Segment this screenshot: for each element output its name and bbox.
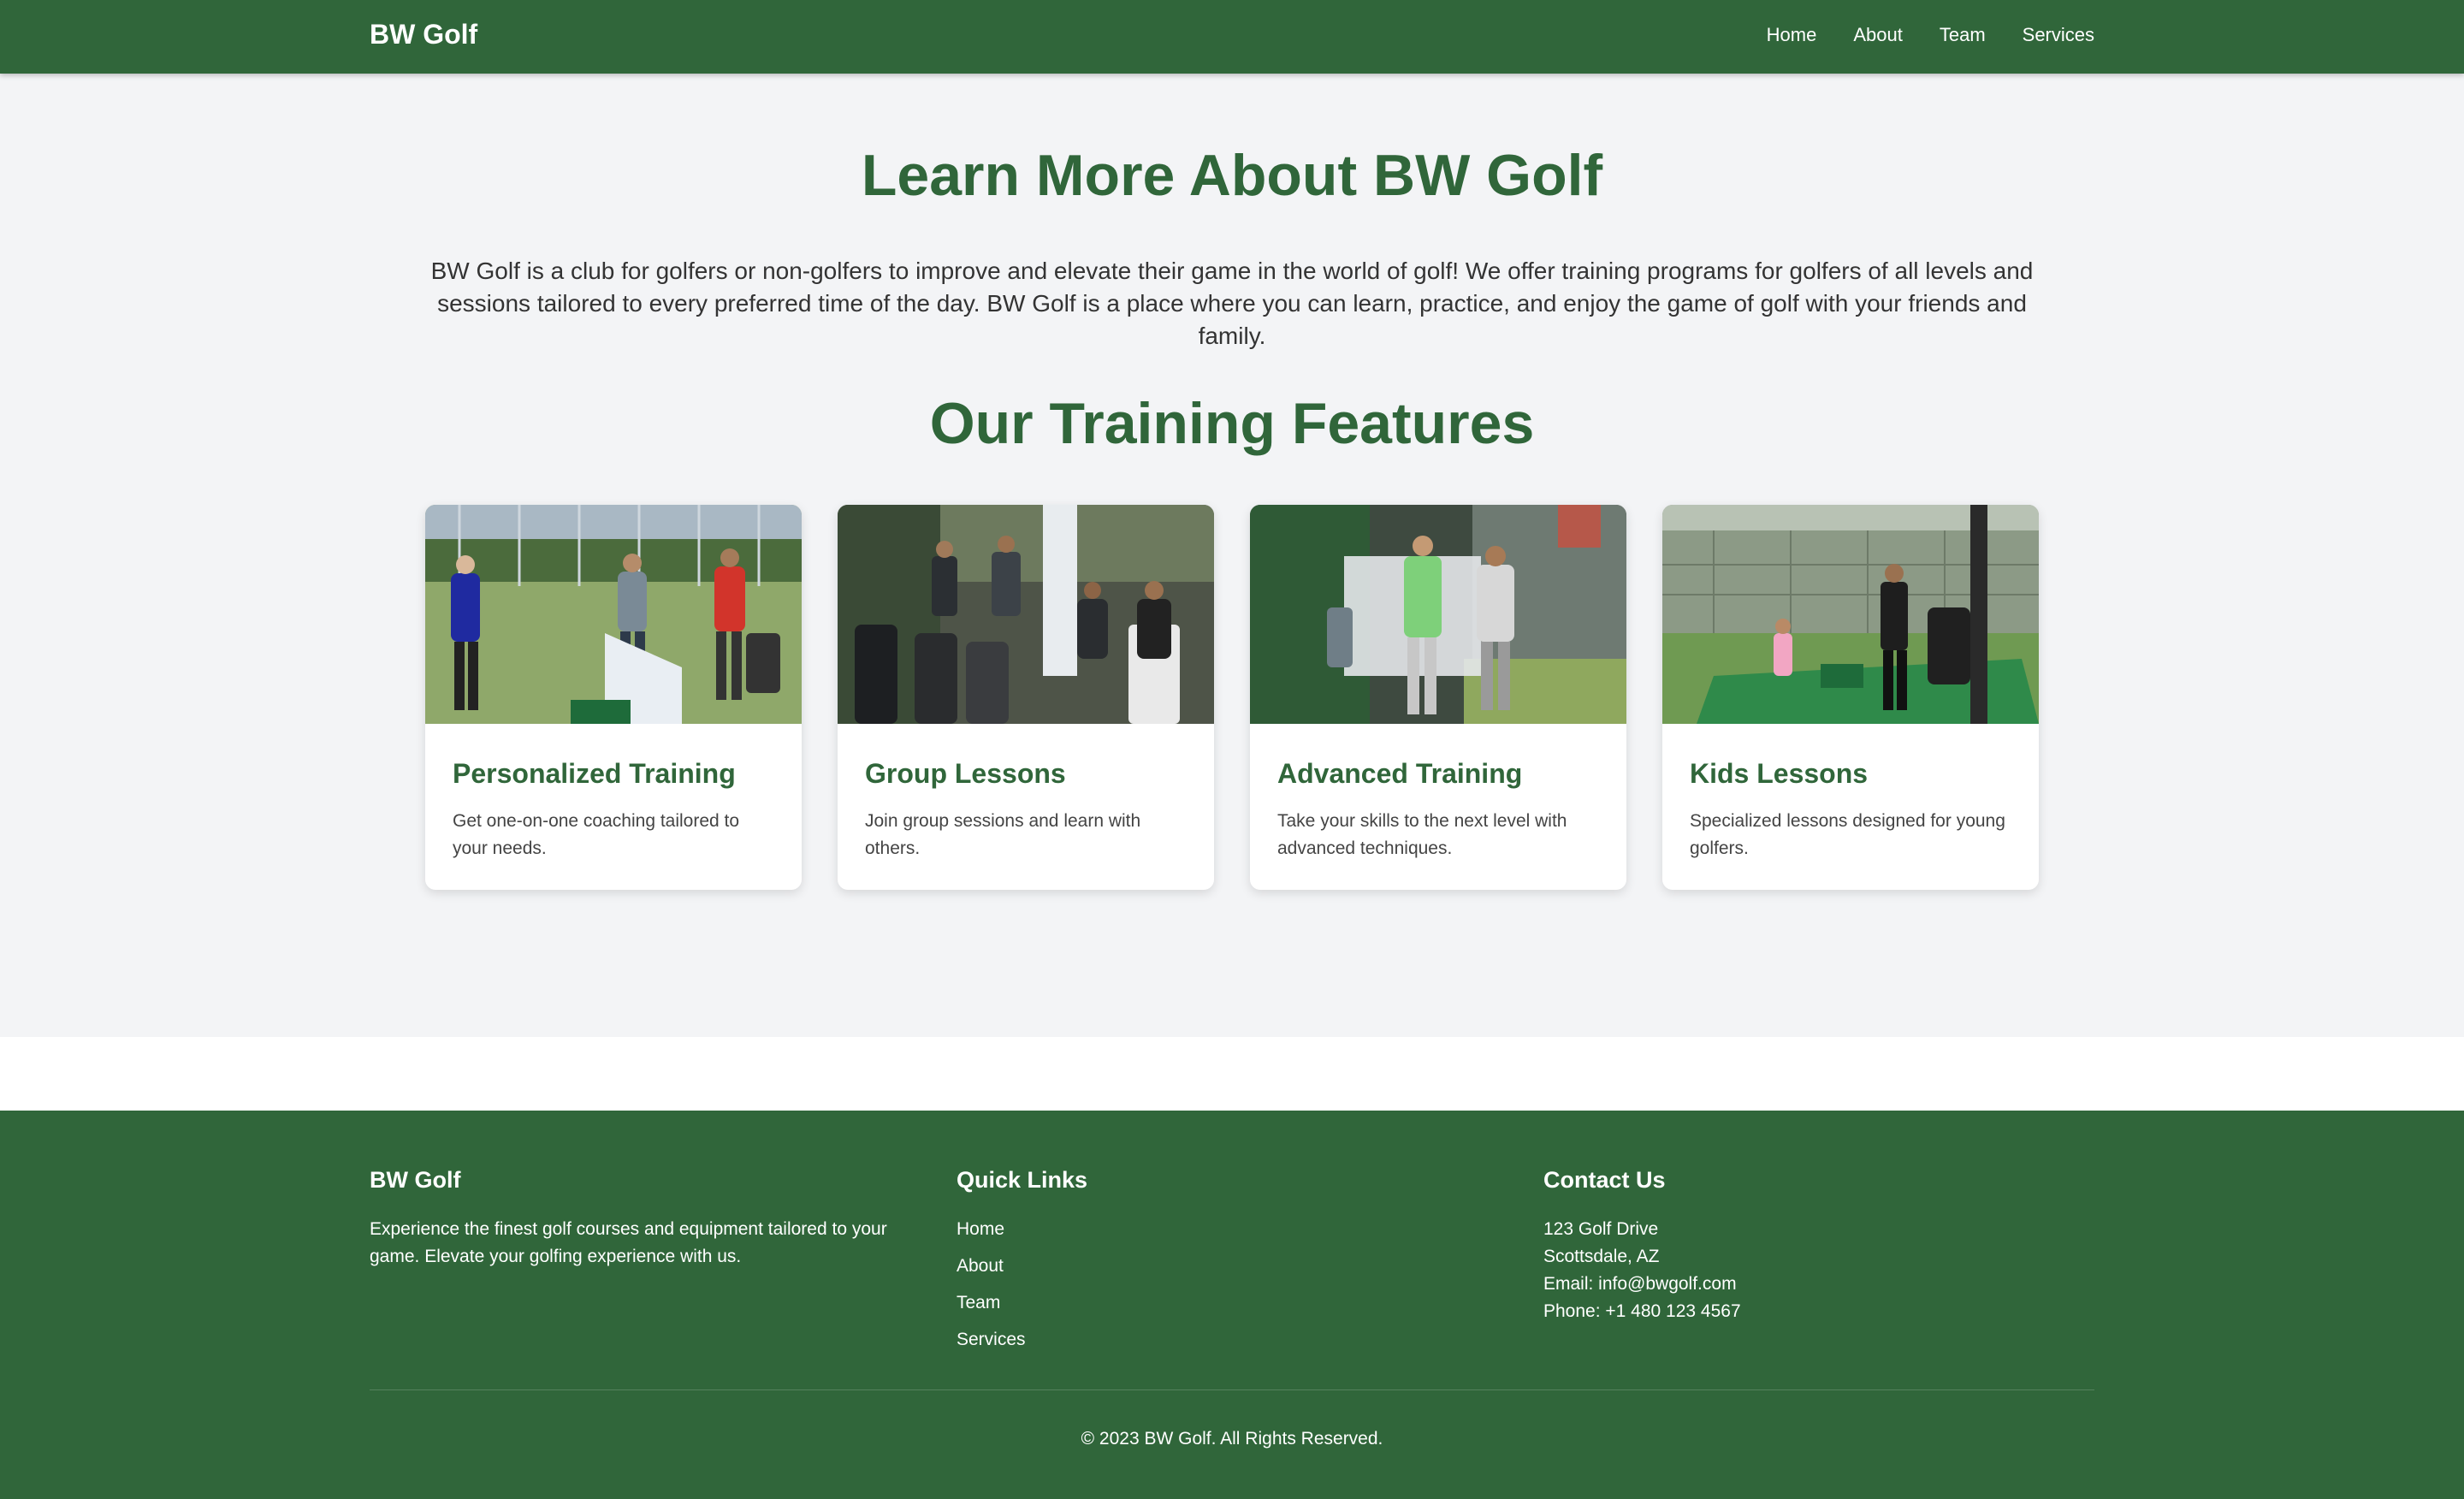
footer-divider bbox=[370, 1389, 2094, 1390]
nav-links: Home About Team Services bbox=[1767, 24, 2094, 46]
card-description: Take your skills to the next level with … bbox=[1277, 811, 1567, 858]
contact-address-line1: 123 Golf Drive bbox=[1543, 1219, 1659, 1239]
main-content: Learn More About BW Golf BW Golf is a cl… bbox=[0, 74, 2464, 1037]
nav-link-team[interactable]: Team bbox=[1940, 24, 1986, 46]
nav-link-home[interactable]: Home bbox=[1767, 24, 1817, 46]
footer-brand: BW Golf bbox=[370, 1167, 461, 1193]
features-title: Our Training Features bbox=[929, 391, 1535, 456]
card-title: Advanced Training bbox=[1277, 758, 1523, 789]
footer-about-text: Experience the finest golf courses and e… bbox=[370, 1219, 887, 1266]
nav-link-about[interactable]: About bbox=[1853, 24, 1903, 46]
card-description: Specialized lessons designed for young g… bbox=[1690, 811, 2005, 858]
card-description: Join group sessions and learn with other… bbox=[865, 811, 1141, 858]
golf-group-lesson-photo bbox=[838, 505, 1214, 724]
card-title: Group Lessons bbox=[865, 758, 1066, 789]
feature-card-personalized[interactable]: Personalized Training Get one-on-one coa… bbox=[425, 505, 802, 890]
feature-card-group[interactable]: Group Lessons Join group sessions and le… bbox=[838, 505, 1214, 890]
card-description: Get one-on-one coaching tailored to your… bbox=[453, 811, 740, 858]
footer-link-team[interactable]: Team bbox=[957, 1284, 1299, 1321]
footer-link-about[interactable]: About bbox=[957, 1247, 1299, 1284]
golf-kids-lesson-photo bbox=[1662, 505, 2039, 724]
footer: BW Golf Experience the finest golf cours… bbox=[0, 1111, 2464, 1499]
golf-range-coaching-photo bbox=[425, 505, 802, 724]
section-divider bbox=[0, 1037, 2464, 1111]
footer-links-title: Quick Links bbox=[957, 1167, 1088, 1193]
feature-card-kids[interactable]: Kids Lessons Specialized lessons designe… bbox=[1662, 505, 2039, 890]
card-title: Personalized Training bbox=[453, 758, 736, 789]
about-text: BW Golf is a club for golfers or non-gol… bbox=[430, 258, 2034, 349]
copyright-text: © 2023 BW Golf. All Rights Reserved. bbox=[1081, 1429, 1383, 1449]
footer-quick-links: Quick Links Home About Team Services bbox=[957, 1167, 1299, 1358]
feature-card-advanced[interactable]: Advanced Training Take your skills to th… bbox=[1250, 505, 1626, 890]
footer-about: BW Golf Experience the finest golf cours… bbox=[370, 1167, 917, 1271]
contact-address-line2: Scottsdale, AZ bbox=[1543, 1247, 1660, 1266]
contact-phone[interactable]: Phone: +1 480 123 4567 bbox=[1543, 1298, 2057, 1325]
nav-link-services[interactable]: Services bbox=[2023, 24, 2094, 46]
footer-contact: Contact Us 123 Golf Drive Scottsdale, AZ… bbox=[1543, 1167, 2057, 1325]
footer-contact-title: Contact Us bbox=[1543, 1167, 1666, 1193]
card-title: Kids Lessons bbox=[1690, 758, 1869, 789]
footer-link-services[interactable]: Services bbox=[957, 1321, 1299, 1358]
navbar: BW Golf Home About Team Services bbox=[0, 0, 2464, 74]
footer-link-home[interactable]: Home bbox=[957, 1211, 1299, 1247]
golf-advanced-training-photo bbox=[1250, 505, 1626, 724]
contact-email[interactable]: Email: info@bwgolf.com bbox=[1543, 1271, 2057, 1298]
brand-logo[interactable]: BW Golf bbox=[370, 19, 477, 50]
about-title: Learn More About BW Golf bbox=[861, 143, 1603, 208]
